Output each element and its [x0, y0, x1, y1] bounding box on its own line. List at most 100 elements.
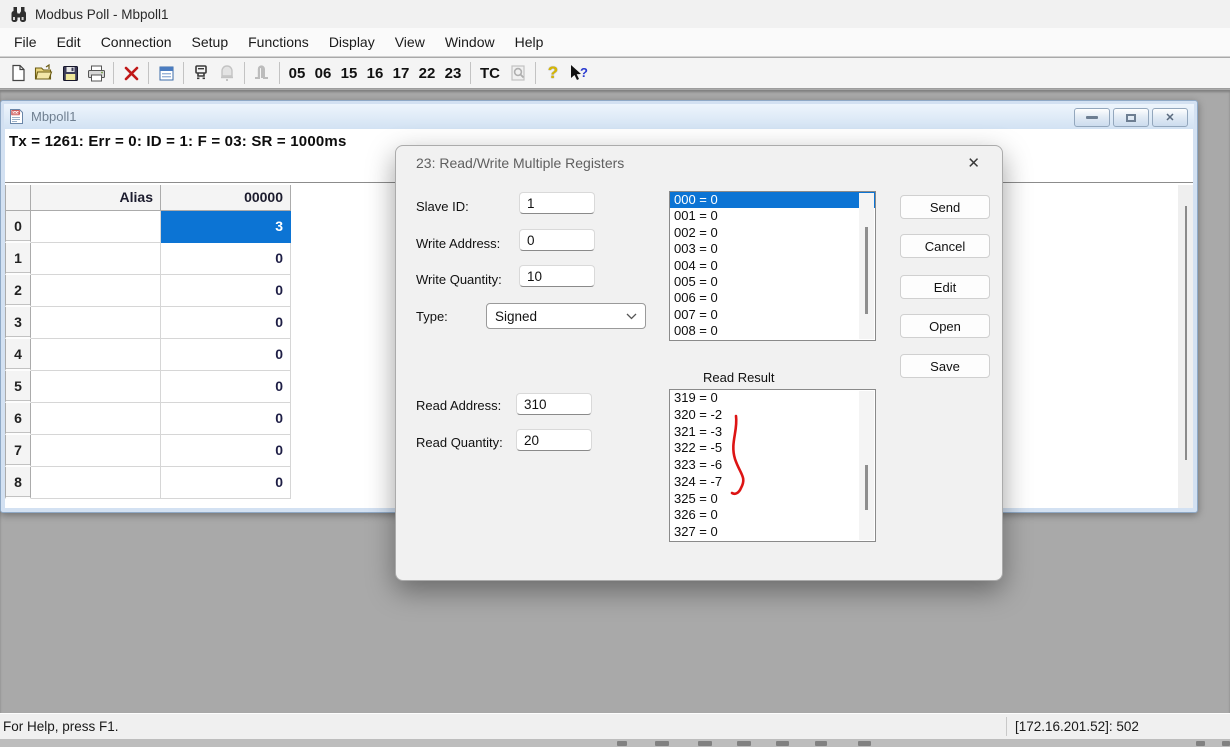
save-button[interactable]: Save — [900, 354, 990, 378]
close-button[interactable]: ✕ — [1152, 108, 1188, 127]
value-cell[interactable]: 0 — [161, 403, 291, 435]
list-item[interactable]: 006 = 0 — [670, 290, 875, 306]
slave-id-field[interactable] — [519, 192, 595, 214]
function-code-button[interactable]: 17 — [388, 61, 414, 86]
alias-cell[interactable] — [31, 211, 161, 243]
display-setup-icon[interactable] — [153, 61, 179, 86]
row-header[interactable]: 6 — [5, 403, 31, 435]
row-header[interactable]: 1 — [5, 243, 31, 275]
row-header[interactable]: 7 — [5, 435, 31, 467]
alias-cell[interactable] — [31, 243, 161, 275]
cut-connection-icon[interactable] — [118, 61, 144, 86]
dialog-close-icon[interactable]: ✕ — [961, 152, 986, 174]
test-center-button[interactable]: TC — [475, 61, 505, 86]
list-item[interactable]: 321 = -3 — [670, 424, 875, 441]
write-list-scrollbar[interactable] — [859, 193, 874, 339]
function-code-button[interactable]: 22 — [414, 61, 440, 86]
list-item[interactable]: 001 = 0 — [670, 208, 875, 224]
function-code-button[interactable]: 15 — [336, 61, 362, 86]
value-cell[interactable]: 0 — [161, 243, 291, 275]
write-registers-list[interactable]: 000 = 0 001 = 0 002 = 0 003 = 0 004 = 0 … — [669, 191, 876, 341]
alias-cell[interactable] — [31, 371, 161, 403]
list-item[interactable]: 320 = -2 — [670, 407, 875, 424]
value-cell[interactable]: 0 — [161, 467, 291, 499]
list-item[interactable]: 003 = 0 — [670, 241, 875, 257]
list-item[interactable]: 002 = 0 — [670, 225, 875, 241]
alias-cell[interactable] — [31, 467, 161, 499]
row-header[interactable]: 5 — [5, 371, 31, 403]
vertical-scrollbar[interactable] — [1178, 185, 1193, 508]
write-address-field[interactable] — [519, 229, 595, 251]
zoom-icon[interactable] — [505, 61, 531, 86]
menu-item[interactable]: View — [385, 28, 435, 56]
list-item[interactable]: 007 = 0 — [670, 307, 875, 323]
menu-item[interactable]: Help — [505, 28, 554, 56]
type-select[interactable]: Signed — [486, 303, 646, 329]
alias-cell[interactable] — [31, 275, 161, 307]
auto-poll-icon[interactable] — [214, 61, 240, 86]
value-cell[interactable]: 0 — [161, 307, 291, 339]
child-title-bar[interactable]: DOC Mbpoll1 ✕ — [4, 104, 1194, 129]
menu-item[interactable]: Edit — [47, 28, 91, 56]
scrollbar-thumb[interactable] — [1185, 206, 1187, 460]
value-cell[interactable]: 0 — [161, 435, 291, 467]
open-button[interactable]: Open — [900, 314, 990, 338]
read-result-list[interactable]: 319 = 0 320 = -2 321 = -3 322 = -5 323 =… — [669, 389, 876, 542]
value-cell[interactable]: 0 — [161, 371, 291, 403]
list-item[interactable]: 322 = -5 — [670, 440, 875, 457]
list-item[interactable]: 008 = 0 — [670, 323, 875, 339]
read-address-field[interactable] — [516, 393, 592, 415]
context-help-icon[interactable]: ? — [566, 61, 592, 86]
single-poll-icon[interactable] — [249, 61, 275, 86]
list-item[interactable]: 004 = 0 — [670, 258, 875, 274]
write-quantity-field[interactable] — [519, 265, 595, 287]
value-cell[interactable]: 3 — [161, 211, 291, 243]
address-column-header[interactable]: 00000 — [161, 185, 291, 211]
menu-item[interactable]: Functions — [238, 28, 319, 56]
row-header[interactable]: 2 — [5, 275, 31, 307]
menu-item[interactable]: Window — [435, 28, 505, 56]
alias-cell[interactable] — [31, 403, 161, 435]
row-header[interactable]: 3 — [5, 307, 31, 339]
function-code-button[interactable]: 16 — [362, 61, 388, 86]
value-cell[interactable]: 0 — [161, 275, 291, 307]
scrollbar-thumb[interactable] — [865, 227, 868, 314]
alias-column-header[interactable]: Alias — [31, 185, 161, 211]
menu-item[interactable]: Display — [319, 28, 385, 56]
alias-cell[interactable] — [31, 339, 161, 371]
read-list-scrollbar[interactable] — [859, 391, 874, 540]
alias-cell[interactable] — [31, 307, 161, 339]
list-item[interactable]: 324 = -7 — [670, 474, 875, 491]
new-file-icon[interactable] — [5, 61, 31, 86]
row-header[interactable]: 4 — [5, 339, 31, 371]
list-item[interactable]: 000 = 0 — [670, 192, 875, 208]
restore-button[interactable] — [1113, 108, 1149, 127]
alias-cell[interactable] — [31, 435, 161, 467]
help-icon[interactable]: ? — [540, 61, 566, 86]
function-code-button[interactable]: 23 — [440, 61, 466, 86]
minimize-button[interactable] — [1074, 108, 1110, 127]
list-item[interactable]: 323 = -6 — [670, 457, 875, 474]
scrollbar-thumb[interactable] — [865, 465, 868, 510]
menu-item[interactable]: Setup — [182, 28, 239, 56]
list-item[interactable]: 327 = 0 — [670, 524, 875, 541]
open-file-icon[interactable] — [31, 61, 57, 86]
menu-item[interactable]: File — [4, 28, 47, 56]
send-button[interactable]: Send — [900, 195, 990, 219]
list-item[interactable]: 005 = 0 — [670, 274, 875, 290]
function-code-button[interactable]: 05 — [284, 61, 310, 86]
row-header[interactable]: 8 — [5, 467, 31, 499]
value-cell[interactable]: 0 — [161, 339, 291, 371]
list-item[interactable]: 319 = 0 — [670, 390, 875, 407]
row-header[interactable]: 0 — [5, 211, 31, 243]
list-item[interactable]: 325 = 0 — [670, 491, 875, 508]
function-code-button[interactable]: 06 — [310, 61, 336, 86]
print-icon[interactable] — [83, 61, 109, 86]
communication-icon[interactable] — [188, 61, 214, 86]
list-item[interactable]: 326 = 0 — [670, 507, 875, 524]
edit-button[interactable]: Edit — [900, 275, 990, 299]
menu-item[interactable]: Connection — [91, 28, 182, 56]
read-quantity-field[interactable] — [516, 429, 592, 451]
cancel-button[interactable]: Cancel — [900, 234, 990, 258]
save-icon[interactable] — [57, 61, 83, 86]
